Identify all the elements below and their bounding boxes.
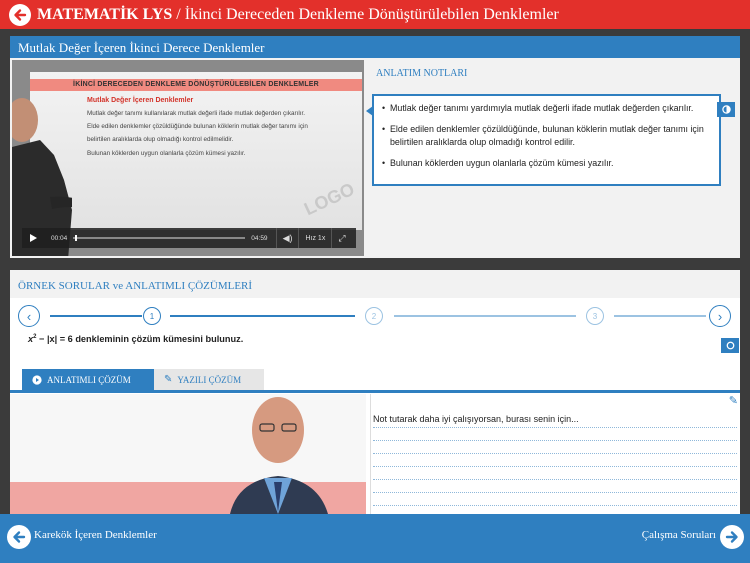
tab-label: YAZILI ÇÖZÜM xyxy=(177,374,242,385)
step-line xyxy=(394,315,576,317)
prev-topic-button[interactable] xyxy=(7,525,31,549)
subject-label: MATEMATİK LYS xyxy=(37,5,173,23)
slide-line: Bulunan köklerden uygun olanlarla çözüm … xyxy=(87,150,246,157)
note-text: Bulunan köklerden uygun olanlarla çözüm … xyxy=(390,158,614,168)
pen-icon[interactable]: ✎ xyxy=(729,394,738,407)
solution-tabs: ANLATIMLI ÇÖZÜM ✎ YAZILI ÇÖZÜM xyxy=(22,369,264,390)
note-line xyxy=(373,440,737,441)
step-1[interactable]: 1 xyxy=(143,307,161,325)
lecture-title: Mutlak Değer İçeren İkinci Derece Denkle… xyxy=(10,36,740,58)
title-separator: / xyxy=(172,5,185,23)
video-slide: İKİNCİ DERECEDEN DENKLEME DÖNÜŞTÜRÜLEBİL… xyxy=(30,72,362,230)
step-line xyxy=(50,315,142,317)
volume-icon[interactable]: ◀) xyxy=(283,233,293,244)
seek-bar[interactable] xyxy=(73,235,246,241)
back-button[interactable] xyxy=(9,3,31,26)
step-line xyxy=(170,315,355,317)
question-stepper: ‹ 1 2 3 › xyxy=(10,304,740,328)
note-line xyxy=(373,453,737,454)
bullet: • xyxy=(382,103,386,113)
page-title: MATEMATİK LYS / İkinci Dereceden Denklem… xyxy=(37,6,559,24)
seek-handle[interactable] xyxy=(75,235,77,241)
slide-line: Elde edilen denklemler çözüldüğünde bulu… xyxy=(87,123,308,130)
prev-topic-label[interactable]: Karekök İçeren Denklemler xyxy=(34,529,157,541)
next-topic-button[interactable] xyxy=(720,525,744,549)
note-line xyxy=(373,492,737,493)
play-circle-icon xyxy=(32,374,42,385)
note-line xyxy=(373,466,737,467)
contrast-icon xyxy=(721,105,731,114)
examples-section: ÖRNEK SORULAR ve ANLATIMLI ÇÖZÜMLERİ ‹ 1… xyxy=(10,270,740,514)
fullscreen-icon[interactable]: ⤢ xyxy=(338,233,345,244)
arrow-right-icon xyxy=(725,531,738,543)
bullet: • xyxy=(382,158,386,168)
circle-icon xyxy=(726,341,734,350)
arrow-left-icon xyxy=(13,531,26,543)
arrow-left-icon xyxy=(14,8,27,21)
note-line xyxy=(373,479,737,480)
divider xyxy=(331,228,333,248)
divider xyxy=(298,228,300,248)
tab-label: ANLATIMLI ÇÖZÜM xyxy=(47,374,131,385)
current-time: 00:04 xyxy=(51,234,68,242)
tab-video-solution[interactable]: ANLATIMLI ÇÖZÜM xyxy=(22,369,154,390)
logo-watermark: LOGO xyxy=(301,178,358,220)
note-text: Mutlak değer tanımı yardımıyla mutlak de… xyxy=(390,103,694,113)
step-3[interactable]: 3 xyxy=(586,307,604,325)
note-item: • Elde edilen denklemler çözüldüğünde, bu… xyxy=(382,123,711,149)
notes-title: ANLATIM NOTLARI xyxy=(376,68,468,79)
question-text: x2 − |x| = 6 denkleminin çözüm kümesini … xyxy=(28,334,243,344)
teacher-image xyxy=(230,397,328,514)
duration: 04:59 xyxy=(251,234,268,242)
slide-line: Mutlak değer tanımı kullanılarak mutlak … xyxy=(87,110,306,117)
tab-written-solution[interactable]: ✎ YAZILI ÇÖZÜM xyxy=(154,369,264,390)
question-toggle-button[interactable] xyxy=(721,338,739,353)
next-question-button[interactable]: › xyxy=(709,305,731,327)
bottom-navigation: Karekök İçeren Denklemler Çalışma Sorula… xyxy=(0,514,750,563)
note-line xyxy=(373,427,737,428)
speed-button[interactable]: Hız 1x xyxy=(305,235,325,242)
notes-toggle-button[interactable] xyxy=(717,102,735,117)
slide-banner: İKİNCİ DERECEDEN DENKLEME DÖNÜŞTÜRÜLEBİL… xyxy=(30,79,362,91)
bullet: • xyxy=(382,124,386,134)
note-text: Elde edilen denklemler çözüldüğünde, bul… xyxy=(390,124,704,147)
notes-panel: • Mutlak değer tanımı yardımıyla mutlak d… xyxy=(366,94,721,186)
edit-icon: ✎ xyxy=(164,374,173,385)
solution-video[interactable] xyxy=(10,394,366,514)
divider xyxy=(275,228,277,248)
note-line xyxy=(373,505,737,506)
prev-question-button[interactable]: ‹ xyxy=(18,305,40,327)
note-item: • Mutlak değer tanımı yardımıyla mutlak d… xyxy=(382,102,711,115)
notepad-placeholder: Not tutarak daha iyi çalışıyorsan, buras… xyxy=(373,414,579,424)
topic-label: İkinci Dereceden Denkleme Dönüştürülebil… xyxy=(184,5,559,23)
examples-title: ÖRNEK SORULAR ve ANLATIMLI ÇÖZÜMLERİ xyxy=(10,270,740,298)
video-controls: 00:04 04:59 ◀) Hız 1x ⤢ xyxy=(22,228,356,248)
play-icon[interactable] xyxy=(30,234,37,242)
note-item: • Bulunan köklerden uygun olanlarla çözüm… xyxy=(382,157,711,170)
slide-line: belirtilen aralıklarda olup olmadığı kon… xyxy=(87,136,234,143)
tab-underline xyxy=(10,390,740,393)
next-topic-label[interactable]: Çalışma Soruları xyxy=(642,529,716,541)
lecture-video[interactable]: İKİNCİ DERECEDEN DENKLEME DÖNÜŞTÜRÜLEBİL… xyxy=(12,60,364,256)
question-rest: − |x| = 6 denkleminin çözüm kümesini bul… xyxy=(36,334,244,345)
slide-subtitle: Mutlak Değer İçeren Denklemler xyxy=(87,97,194,104)
lecture-section: Mutlak Değer İçeren İkinci Derece Denkle… xyxy=(10,36,740,258)
step-2[interactable]: 2 xyxy=(365,307,383,325)
step-line xyxy=(614,315,706,317)
notepad[interactable]: ✎ Not tutarak daha iyi çalışıyorsan, bur… xyxy=(370,394,740,514)
top-header: MATEMATİK LYS / İkinci Dereceden Denklem… xyxy=(0,0,750,29)
